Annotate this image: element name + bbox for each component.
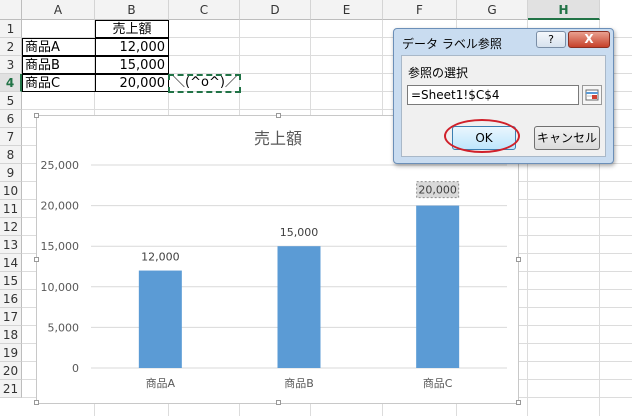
y-tick-label: 10,000 (41, 281, 80, 294)
resize-handle-r[interactable] (516, 257, 521, 262)
row-header-21[interactable]: 21 (0, 380, 22, 398)
resize-handle-bl[interactable] (34, 400, 39, 405)
resize-handle-b[interactable] (276, 400, 281, 405)
row-header-1[interactable]: 1 (0, 20, 22, 38)
row-header-6[interactable]: 6 (0, 110, 22, 128)
row-header-18[interactable]: 18 (0, 326, 22, 344)
row-header-13[interactable]: 13 (0, 236, 22, 254)
cell-a2[interactable]: 商品A (22, 38, 96, 56)
cell-b2[interactable]: 12,000 (95, 38, 169, 56)
cell-b3[interactable]: 15,000 (95, 56, 169, 74)
row-header-14[interactable]: 14 (0, 254, 22, 272)
data-label-1: 12,000 (141, 251, 180, 264)
ok-highlight-ellipse (444, 119, 520, 153)
resize-handle-br[interactable] (516, 400, 521, 405)
row-header-3[interactable]: 3 (0, 56, 22, 74)
column-header-b[interactable]: B (95, 0, 169, 20)
bar-3 (416, 205, 460, 368)
row-header-20[interactable]: 20 (0, 362, 22, 380)
range-picker-button[interactable] (582, 85, 602, 105)
y-tick-label: 0 (72, 362, 79, 375)
row-header-2[interactable]: 2 (0, 38, 22, 56)
y-tick-label: 15,000 (41, 240, 80, 253)
row-header-12[interactable]: 12 (0, 218, 22, 236)
cell-a4[interactable]: 商品C (22, 74, 96, 92)
data-label-3: 20,000 (418, 184, 457, 197)
x-category-label: 商品A (146, 376, 176, 390)
dialog-title: データ ラベル参照 (402, 37, 502, 51)
data-label-2: 15,000 (280, 226, 319, 239)
column-header-d[interactable]: D (240, 0, 311, 20)
row-header-5[interactable]: 5 (0, 92, 22, 110)
y-tick-label: 25,000 (41, 159, 80, 172)
bar-2 (277, 246, 321, 368)
column-header-e[interactable]: E (311, 0, 383, 20)
column-header-g[interactable]: G (457, 0, 528, 20)
column-header-a[interactable]: A (22, 0, 95, 20)
chart-title: 売上額 (254, 129, 302, 148)
column-header-h[interactable]: H (528, 0, 600, 20)
resize-handle-tl[interactable] (34, 113, 39, 118)
cancel-button[interactable]: キャンセル (534, 126, 600, 150)
row-header-7[interactable]: 7 (0, 128, 22, 146)
bar-1 (138, 270, 182, 368)
resize-handle-l[interactable] (34, 257, 39, 262)
x-category-label: 商品C (423, 376, 453, 390)
cell-a3[interactable]: 商品B (22, 56, 96, 74)
help-button[interactable]: ? (536, 31, 566, 48)
close-button[interactable]: X (568, 31, 610, 48)
resize-handle-t[interactable] (276, 113, 281, 118)
reference-section-label: 参照の選択 (408, 66, 469, 80)
row-header-17[interactable]: 17 (0, 308, 22, 326)
x-category-label: 商品B (284, 376, 314, 390)
row-header-10[interactable]: 10 (0, 182, 22, 200)
column-header-f[interactable]: F (383, 0, 457, 20)
column-header-c[interactable]: C (169, 0, 240, 20)
copy-marquee-c4 (168, 74, 241, 93)
range-select-icon (585, 89, 599, 101)
row-header-11[interactable]: 11 (0, 200, 22, 218)
y-tick-label: 20,000 (41, 200, 80, 213)
select-all-corner[interactable] (0, 0, 22, 20)
row-header-19[interactable]: 19 (0, 344, 22, 362)
row-header-4[interactable]: 4 (0, 74, 22, 92)
row-header-16[interactable]: 16 (0, 290, 22, 308)
row-header-9[interactable]: 9 (0, 164, 22, 182)
row-header-15[interactable]: 15 (0, 272, 22, 290)
row-header-8[interactable]: 8 (0, 146, 22, 164)
cell-b1[interactable]: 売上額 (95, 20, 169, 38)
reference-input[interactable]: =Sheet1!$C$4 (407, 85, 579, 105)
cell-b4[interactable]: 20,000 (95, 74, 169, 92)
y-tick-label: 5,000 (48, 321, 80, 334)
